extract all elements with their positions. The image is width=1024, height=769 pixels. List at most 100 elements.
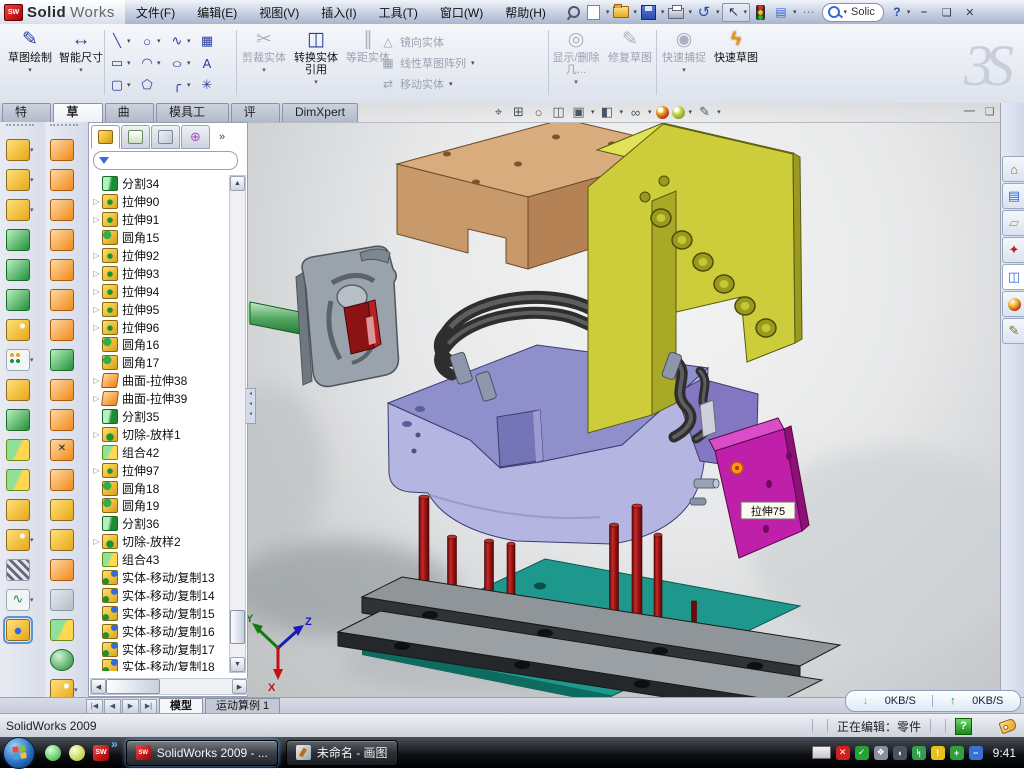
tray-keyboard-icon[interactable] (812, 746, 831, 759)
search-caret[interactable]: ▾ (844, 8, 848, 16)
expand-arrow[interactable]: ▷ (91, 394, 102, 403)
quick-launch-messenger-icon[interactable] (45, 745, 61, 761)
tree-item-组合42[interactable]: 组合42 (91, 443, 227, 461)
tab-模具工具[interactable]: 模具工具 (156, 103, 229, 122)
doc-minimize-button[interactable]: ― (964, 105, 975, 118)
tree-item-拉伸97[interactable]: ▷拉伸97 (91, 461, 227, 479)
tree-item-圆角15[interactable]: 圆角15 (91, 229, 227, 247)
tree-item-实体-移动/复制17[interactable]: 实体-移动/复制17 (91, 640, 227, 658)
search-box[interactable]: ▾ Solic (822, 3, 884, 22)
task-pane-tab-appearances[interactable] (1002, 291, 1024, 317)
dimxpert-manager-tab[interactable]: ⊕ (181, 125, 210, 149)
tag-icon[interactable] (998, 718, 1017, 735)
menu-item-3[interactable]: 插入(I) (310, 4, 367, 21)
last-tab-button[interactable]: ▶| (140, 699, 157, 714)
scroll-right-button[interactable]: ▶ (232, 679, 247, 694)
rib-icon[interactable] (6, 379, 30, 401)
expand-arrow[interactable]: ▷ (91, 430, 102, 439)
tree-item-分割34[interactable]: 分割34 (91, 175, 227, 193)
convert-entities-button[interactable]: ◫ 转换实体引用▾ (292, 28, 340, 96)
edit-appearance-icon[interactable] (656, 106, 669, 119)
menu-item-6[interactable]: 帮助(H) (494, 4, 557, 21)
quick-launch-antivirus-ball-icon[interactable] (69, 745, 85, 761)
rectangle-icon[interactable]: ▭▾ (108, 52, 138, 74)
thicken-icon[interactable] (50, 619, 74, 641)
tree-item-分割36[interactable]: 分割36 (91, 515, 227, 533)
new-document-icon[interactable] (585, 4, 603, 21)
expand-arrow[interactable]: ▷ (91, 251, 102, 260)
extend-surface-icon[interactable] (50, 469, 74, 491)
split-icon[interactable] (6, 439, 30, 461)
menu-item-5[interactable]: 窗口(W) (429, 4, 494, 21)
tree-item-实体-移动/复制14[interactable]: 实体-移动/复制14 (91, 586, 227, 604)
tree-item-圆角16[interactable]: 圆角16 (91, 336, 227, 354)
tree-item-组合43[interactable]: 组合43 (91, 551, 227, 569)
expand-arrow[interactable]: ▷ (91, 376, 102, 385)
task-pane-tab-solidworks-search[interactable]: ✦ (1002, 237, 1024, 263)
instant3d-icon[interactable] (6, 619, 30, 641)
revolved-surface-icon[interactable] (50, 169, 74, 191)
configuration-manager-tab[interactable] (151, 125, 180, 149)
help-caret[interactable]: ▾ (907, 8, 911, 16)
move-copy-body-icon[interactable] (6, 499, 30, 521)
expand-arrow[interactable]: ▷ (91, 215, 102, 224)
curve-icon[interactable]: ∿ (6, 589, 30, 611)
horizontal-scroll-thumb[interactable] (106, 679, 160, 694)
draft-icon[interactable] (6, 409, 30, 431)
mirror-entities-button[interactable]: △镜向实体 (380, 32, 444, 52)
options-list-icon[interactable]: ▤ (772, 4, 790, 21)
select-region-icon[interactable]: ▦ (198, 30, 228, 52)
expand-arrow[interactable]: ▷ (91, 287, 102, 296)
task-pane-tab-custom-properties[interactable]: ✎ (1002, 318, 1024, 344)
move-entities-button[interactable]: ⇄移动实体▾ (380, 74, 454, 94)
hide-show-items-icon[interactable]: ∞ (627, 105, 644, 120)
scroll-up-button[interactable]: ▲ (230, 176, 245, 191)
knit-surface-icon[interactable] (50, 379, 74, 401)
spline-icon[interactable]: ∿▾ (168, 30, 198, 52)
trim-surface-icon[interactable] (50, 409, 74, 431)
menu-item-0[interactable]: 文件(F) (125, 4, 186, 21)
undo-icon[interactable]: ↺ (695, 4, 713, 21)
linear-pattern-icon[interactable] (6, 349, 30, 371)
rebuild-traffic-light-icon[interactable] (752, 4, 770, 21)
toolbar-grip[interactable] (6, 124, 34, 132)
tab-草图[interactable]: 草图 (53, 103, 102, 122)
task-pane-tab-design-library[interactable]: ▤ (1002, 183, 1024, 209)
doc-restore-button[interactable]: ❏ (985, 105, 995, 118)
ruled-surface-icon[interactable] (50, 559, 74, 581)
tree-item-圆角19[interactable]: 圆角19 (91, 497, 227, 515)
tree-vertical-scrollbar[interactable]: ▲ ▼ (229, 175, 246, 673)
taskbar-window-solidworks[interactable]: SWSolidWorks 2009 - ... (126, 740, 278, 766)
options-caret[interactable]: ▾ (793, 8, 797, 16)
tree-item-圆角18[interactable]: 圆角18 (91, 479, 227, 497)
sketch-fillet-icon[interactable]: ╭▾ (168, 74, 198, 96)
save-icon[interactable] (640, 4, 658, 21)
offset-surface-icon[interactable] (50, 349, 74, 371)
quick-tips-icon[interactable]: ? (955, 718, 972, 735)
doc-tab-模型[interactable]: 模型 (159, 698, 203, 714)
panel-coll​apse-handle[interactable]: ◂◂◂ (246, 388, 256, 424)
taskbar-window-paint[interactable]: 未命名 - 画图 (286, 740, 398, 766)
sprue-arm-assembly[interactable] (248, 246, 399, 386)
line-icon[interactable]: ╲▾ (108, 30, 138, 52)
sketch-text-icon[interactable]: A (198, 52, 228, 74)
quick-launch-solidworks-icon[interactable]: SW (93, 745, 109, 761)
next-tab-button[interactable]: ▶ (122, 699, 139, 714)
select-cursor-icon[interactable]: ↖ (724, 4, 742, 21)
task-pane-tab-solidworks-resources[interactable]: ⌂ (1002, 156, 1024, 182)
delete-face-icon[interactable]: ✕ (50, 439, 74, 461)
scroll-down-button[interactable]: ▼ (230, 657, 245, 672)
menu-item-4[interactable]: 工具(T) (368, 4, 429, 21)
view-orientation-icon[interactable]: ▣ (570, 104, 587, 120)
expand-arrow[interactable]: ▷ (91, 197, 102, 206)
shell-icon[interactable] (6, 289, 30, 311)
task-pane-tab-file-explorer[interactable]: ▱ (1002, 210, 1024, 236)
lofted-surface-icon[interactable] (50, 229, 74, 251)
property-manager-tab[interactable] (121, 125, 150, 149)
open-caret[interactable]: ▾ (633, 8, 637, 16)
vertical-scroll-thumb[interactable] (230, 610, 245, 644)
search-input[interactable]: Solic (851, 6, 875, 18)
tree-item-拉伸94[interactable]: ▷拉伸94 (91, 282, 227, 300)
tree-item-圆角17[interactable]: 圆角17 (91, 354, 227, 372)
tree-item-切除-放样1[interactable]: ▷切除-放样1 (91, 425, 227, 443)
